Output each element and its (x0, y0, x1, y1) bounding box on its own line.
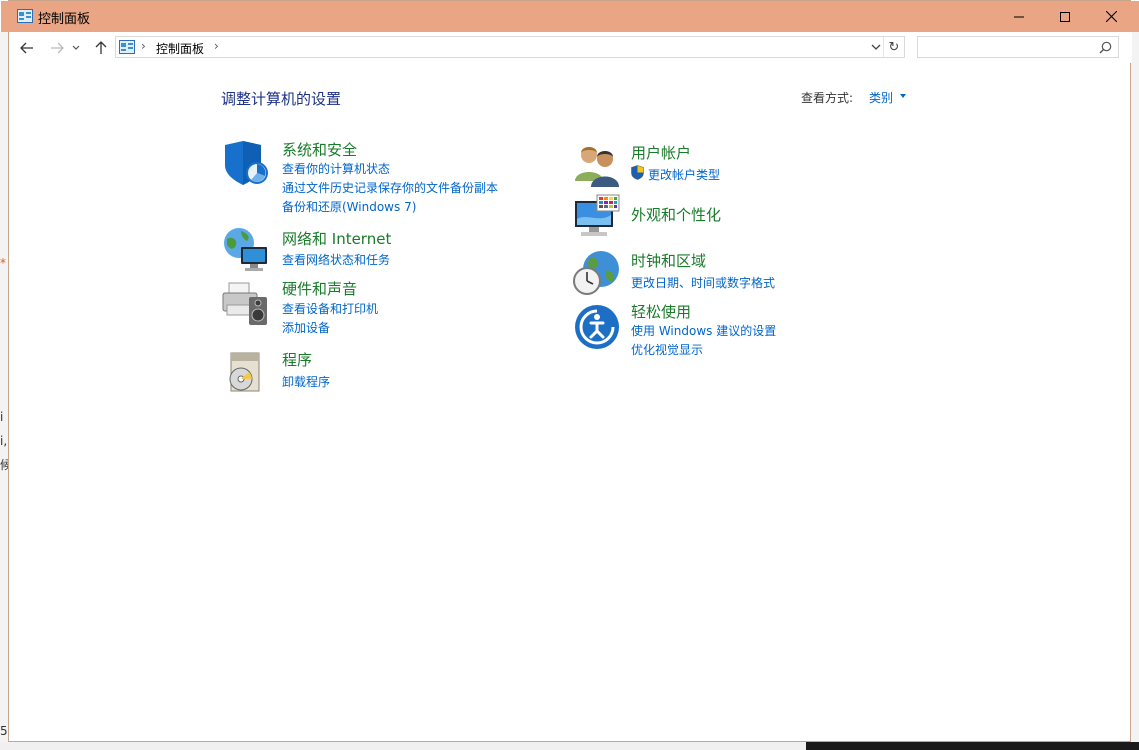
dropdown-arrow-icon[interactable] (900, 94, 906, 98)
minimize-button[interactable] (996, 1, 1042, 32)
breadcrumb-control-panel[interactable]: 控制面板 (156, 40, 204, 57)
background-dark-region (806, 742, 1139, 750)
link-add-device[interactable]: 添加设备 (282, 319, 330, 336)
title-bar[interactable]: 控制面板 (1, 1, 1139, 32)
link-devices-printers[interactable]: 查看设备和打印机 (282, 300, 378, 317)
users-icon[interactable] (573, 141, 621, 189)
up-button[interactable] (89, 37, 113, 59)
uac-shield-icon (631, 165, 644, 180)
programs-disc-icon[interactable] (221, 347, 269, 395)
breadcrumb-separator-icon[interactable]: › (214, 39, 219, 53)
chevron-down-icon[interactable] (868, 39, 884, 55)
category-title-hardware-sound[interactable]: 硬件和声音 (282, 278, 357, 299)
category-title-user-accounts[interactable]: 用户帐户 (631, 142, 691, 163)
link-view-computer-status[interactable]: 查看你的计算机状态 (282, 160, 390, 177)
category-title-clock-region[interactable]: 时钟和区域 (631, 250, 706, 271)
category-title-ease-of-access[interactable]: 轻松使用 (631, 301, 691, 322)
category-title-programs[interactable]: 程序 (282, 349, 312, 370)
clock-globe-icon[interactable] (573, 249, 621, 297)
view-by-dropdown[interactable]: 类别 (869, 89, 893, 106)
page-heading: 调整计算机的设置 (221, 90, 342, 108)
arrow-right-icon (51, 42, 64, 54)
background-text-fragment: 5 (0, 724, 8, 738)
link-windows-recommended-settings[interactable]: 使用 Windows 建议的设置 (631, 322, 776, 339)
breadcrumb-separator-icon[interactable]: › (141, 39, 146, 53)
refresh-icon: ↻ (888, 39, 900, 55)
network-globe-icon[interactable] (221, 225, 269, 273)
forward-button[interactable] (45, 37, 69, 59)
link-change-account-type[interactable]: 更改帐户类型 (648, 166, 720, 183)
search-input[interactable] (917, 36, 1119, 58)
view-by-label: 查看方式: (801, 91, 854, 105)
category-title-system-security[interactable]: 系统和安全 (282, 139, 357, 160)
arrow-up-icon (95, 41, 107, 54)
link-backup-restore[interactable]: 备份和还原(Windows 7) (282, 198, 416, 215)
background-window-edge-right (1131, 32, 1139, 750)
chevron-down-icon (72, 45, 80, 50)
close-icon (1105, 11, 1117, 22)
maximize-button[interactable] (1042, 1, 1088, 32)
close-button[interactable] (1088, 1, 1134, 32)
ease-of-access-icon[interactable] (573, 303, 621, 351)
link-uninstall-program[interactable]: 卸载程序 (282, 373, 330, 390)
search-icon (1099, 41, 1112, 54)
address-bar[interactable]: › 控制面板 › ↻ (115, 36, 905, 58)
back-button[interactable] (15, 37, 39, 59)
background-text-fragment: i, (0, 434, 8, 448)
link-optimize-visual-display[interactable]: 优化视觉显示 (631, 341, 703, 358)
navigation-bar: › 控制面板 › ↻ (9, 32, 1132, 63)
control-panel-icon (17, 9, 33, 23)
control-panel-icon (119, 40, 135, 54)
minimize-icon (1014, 16, 1024, 17)
link-network-status-tasks[interactable]: 查看网络状态和任务 (282, 251, 390, 268)
link-change-date-time-format[interactable]: 更改日期、时间或数字格式 (631, 274, 775, 291)
background-text-fragment: * (0, 256, 6, 270)
monitor-palette-icon[interactable] (573, 193, 621, 241)
recent-locations-button[interactable] (69, 37, 83, 59)
control-panel-window: 控制面板 › 控制面板 › ↻ 调整计算机的设置 查看方式: 类别 系统和安全 … (1, 0, 1139, 742)
refresh-button[interactable]: ↻ (883, 37, 904, 57)
window-title: 控制面板 (38, 12, 91, 27)
printer-speaker-icon[interactable] (221, 279, 269, 327)
link-file-history-backup[interactable]: 通过文件历史记录保存你的文件备份副本 (282, 179, 498, 196)
arrow-left-icon (20, 42, 33, 54)
shield-icon[interactable] (221, 139, 269, 187)
category-title-network-internet[interactable]: 网络和 Internet (282, 228, 391, 249)
background-text-fragment: i (0, 410, 4, 424)
category-title-appearance-personalization[interactable]: 外观和个性化 (631, 204, 721, 225)
maximize-icon (1060, 11, 1070, 22)
